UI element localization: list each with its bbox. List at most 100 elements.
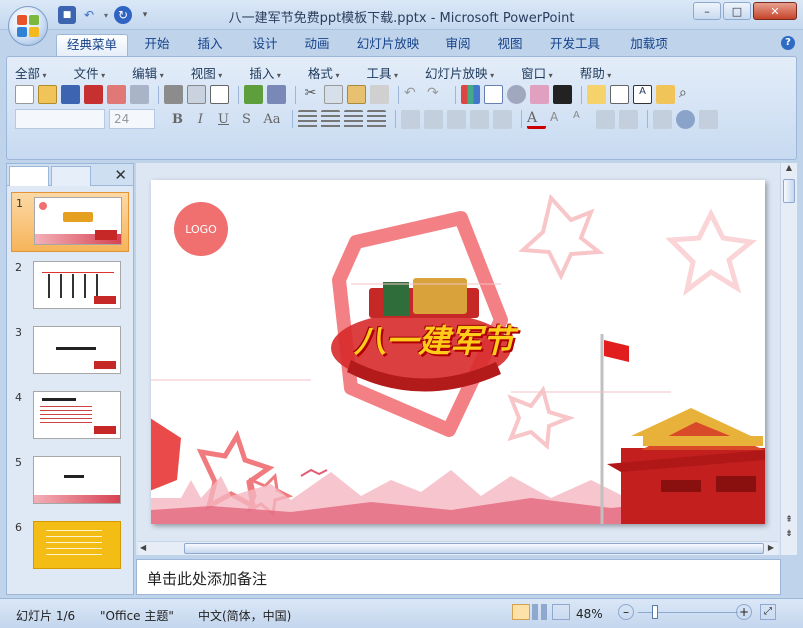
zoom-out-icon[interactable]: – bbox=[618, 604, 634, 620]
zoom-level[interactable]: 48% bbox=[576, 607, 603, 621]
line-spacing-icon[interactable] bbox=[447, 109, 466, 129]
justify-icon[interactable] bbox=[367, 109, 386, 129]
font-color-icon[interactable]: A bbox=[527, 110, 546, 129]
spelling-icon[interactable] bbox=[244, 85, 263, 104]
language-indicator[interactable]: 中文(简体，中国) bbox=[198, 607, 291, 624]
slide-view-icon[interactable] bbox=[210, 85, 229, 104]
tab-slides[interactable] bbox=[9, 166, 49, 186]
tab-classic-menu[interactable]: 经典菜单 bbox=[56, 34, 128, 56]
align-right-icon[interactable] bbox=[344, 109, 363, 129]
slideshow-icon[interactable] bbox=[552, 604, 570, 620]
menu-view[interactable]: 视图 bbox=[191, 63, 223, 82]
maximize-button[interactable]: □ bbox=[723, 2, 751, 20]
save-icon[interactable] bbox=[61, 85, 80, 104]
chart-icon[interactable] bbox=[461, 85, 480, 104]
slide-title-art[interactable]: 八一建军节 bbox=[354, 316, 514, 362]
table-icon[interactable] bbox=[484, 85, 503, 104]
text-direction-icon[interactable] bbox=[424, 109, 443, 129]
menu-all[interactable]: 全部 bbox=[15, 63, 47, 82]
line-color-icon[interactable] bbox=[553, 85, 572, 104]
align-left-icon[interactable] bbox=[298, 109, 317, 129]
indent-decrease-icon[interactable] bbox=[596, 109, 615, 129]
bullets-icon[interactable] bbox=[493, 109, 512, 129]
slide-thumb-2[interactable]: 2 bbox=[11, 257, 129, 317]
scroll-left-arrow[interactable]: ◀ bbox=[140, 543, 146, 552]
permission-icon[interactable] bbox=[107, 85, 126, 104]
print-icon[interactable] bbox=[164, 85, 183, 104]
scroll-thumb[interactable] bbox=[783, 179, 795, 203]
fit-to-window-icon[interactable]: ⤢ bbox=[760, 604, 776, 620]
open-icon[interactable] bbox=[38, 85, 57, 104]
hscroll-thumb[interactable] bbox=[184, 543, 764, 554]
tab-home[interactable]: 开始 bbox=[136, 34, 178, 56]
new-icon[interactable] bbox=[15, 85, 34, 104]
horizontal-scrollbar[interactable]: ◀ ▶ bbox=[138, 541, 778, 555]
new-slide-icon[interactable] bbox=[587, 85, 606, 104]
bold-button[interactable]: B bbox=[167, 109, 188, 129]
help-icon[interactable]: ? bbox=[781, 36, 795, 50]
menu-edit[interactable]: 编辑 bbox=[132, 63, 164, 82]
slide-thumb-1[interactable]: 1 bbox=[11, 192, 129, 252]
tab-design[interactable]: 设计 bbox=[244, 34, 286, 56]
align-center-icon[interactable] bbox=[321, 109, 340, 129]
scroll-up-arrow[interactable]: ▲ bbox=[781, 163, 797, 177]
paste-icon[interactable] bbox=[347, 85, 366, 104]
layout-icon[interactable] bbox=[610, 85, 629, 104]
menu-tools[interactable]: 工具 bbox=[366, 63, 398, 82]
slide-thumb-6[interactable]: 6 bbox=[11, 517, 129, 577]
tab-outline[interactable] bbox=[51, 166, 91, 186]
notes-pane[interactable]: 单击此处添加备注 bbox=[136, 559, 781, 595]
redo-icon[interactable]: ↷ bbox=[427, 85, 446, 104]
slide-thumb-5[interactable]: 5 bbox=[11, 452, 129, 512]
normal-view-icon[interactable] bbox=[512, 604, 530, 620]
tab-view[interactable]: 视图 bbox=[489, 34, 531, 56]
quick-styles-icon[interactable] bbox=[676, 109, 695, 129]
zoom-slider-handle[interactable] bbox=[652, 605, 658, 619]
menu-window[interactable]: 窗口 bbox=[521, 63, 553, 82]
copy-icon[interactable] bbox=[324, 85, 343, 104]
picture-icon[interactable] bbox=[530, 85, 549, 104]
font-name-box[interactable] bbox=[15, 109, 105, 129]
zoom-in-icon[interactable]: + bbox=[736, 604, 752, 620]
research-icon[interactable] bbox=[267, 85, 286, 104]
columns-icon[interactable] bbox=[401, 109, 420, 129]
close-button[interactable]: ✕ bbox=[753, 2, 797, 20]
tab-developer[interactable]: 开发工具 bbox=[543, 34, 607, 56]
office-button[interactable] bbox=[8, 6, 48, 46]
slide-thumb-4[interactable]: 4 bbox=[11, 387, 129, 447]
tab-insert[interactable]: 插入 bbox=[189, 34, 231, 56]
grow-font-icon[interactable]: A bbox=[550, 110, 569, 129]
slide-thumb-3[interactable]: 3 bbox=[11, 322, 129, 382]
print-pdf-icon[interactable] bbox=[84, 85, 103, 104]
slide-sorter-icon[interactable] bbox=[532, 604, 550, 620]
tab-animation[interactable]: 动画 bbox=[296, 34, 338, 56]
logo-placeholder[interactable]: LOGO bbox=[174, 202, 228, 256]
underline-button[interactable]: U bbox=[213, 109, 234, 129]
attach-icon[interactable] bbox=[130, 85, 149, 104]
textbox-icon[interactable]: A bbox=[633, 85, 652, 104]
numbering-icon[interactable] bbox=[470, 109, 489, 129]
undo-icon[interactable]: ↶ bbox=[404, 85, 423, 104]
italic-button[interactable]: I bbox=[190, 109, 211, 129]
clipart-icon[interactable] bbox=[507, 85, 526, 104]
cut-icon[interactable]: ✂ bbox=[301, 85, 320, 104]
menu-file[interactable]: 文件 bbox=[74, 63, 106, 82]
find-icon[interactable]: ⌕ bbox=[679, 85, 698, 104]
tab-addins[interactable]: 加载项 bbox=[622, 34, 676, 56]
format-painter-icon[interactable] bbox=[370, 85, 389, 104]
menu-help[interactable]: 帮助 bbox=[580, 63, 612, 82]
current-slide[interactable]: LOGO 八一建军节 bbox=[151, 180, 765, 524]
font-size-box[interactable]: 24 bbox=[109, 109, 155, 129]
indent-increase-icon[interactable] bbox=[619, 109, 638, 129]
folder-icon[interactable] bbox=[656, 85, 675, 104]
scroll-right-arrow[interactable]: ▶ bbox=[768, 543, 774, 552]
minimize-button[interactable]: – bbox=[693, 2, 721, 20]
menu-insert[interactable]: 插入 bbox=[249, 63, 281, 82]
arrange-icon[interactable] bbox=[653, 109, 672, 129]
close-panel-icon[interactable]: ✕ bbox=[114, 166, 127, 184]
change-case-button[interactable]: Aa bbox=[259, 109, 285, 129]
menu-format[interactable]: 格式 bbox=[308, 63, 340, 82]
vertical-scrollbar[interactable]: ▲ ⇞ ⇟ bbox=[780, 163, 797, 555]
shadow-button[interactable]: S bbox=[236, 109, 257, 129]
menu-slideshow[interactable]: 幻灯片放映 bbox=[425, 63, 494, 82]
